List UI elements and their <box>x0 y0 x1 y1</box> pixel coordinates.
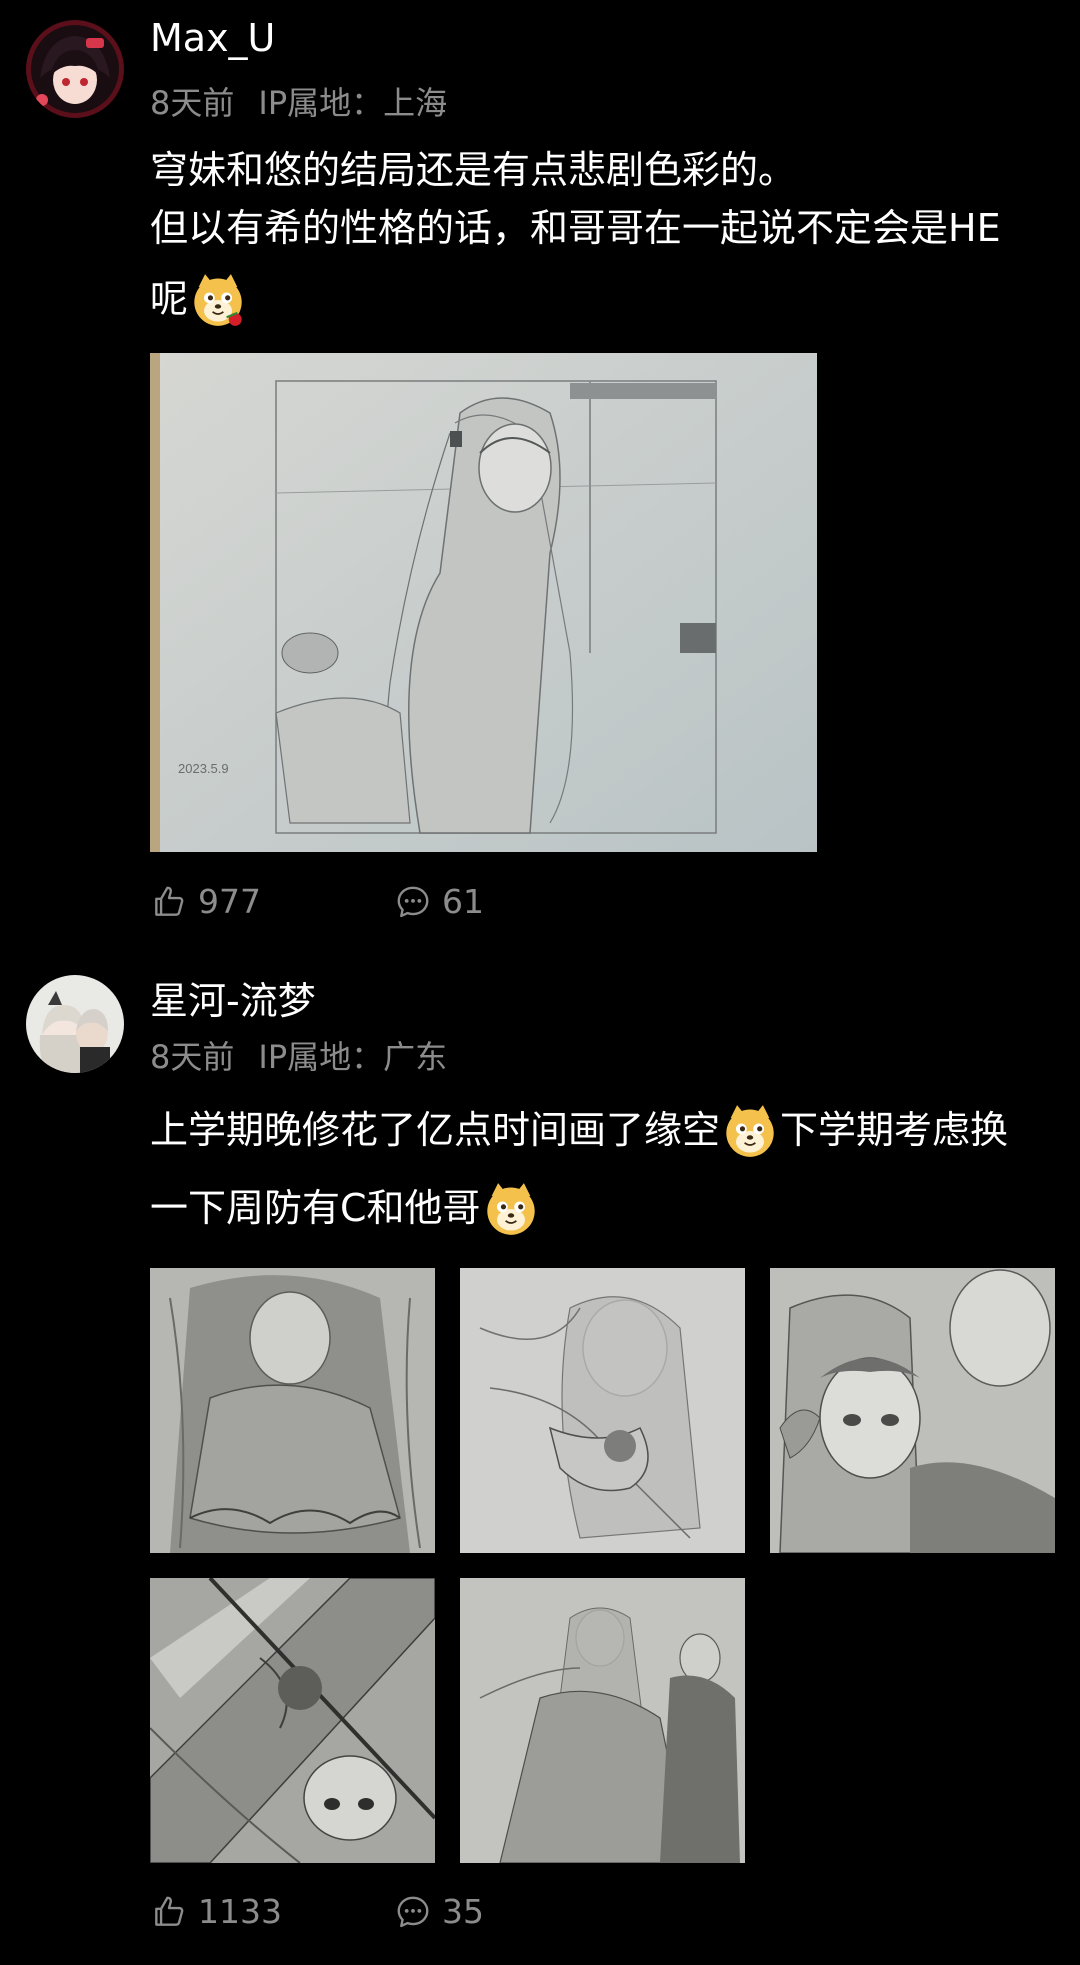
doge-emoji-icon <box>190 272 246 328</box>
comment-item: 星河-流梦 8天前 IP属地：广东 上学期晚修花了亿点时间画了缘空 下学期考虑换 一… <box>0 960 1080 1965</box>
comment-image[interactable] <box>460 1578 745 1863</box>
reply-count: 35 <box>442 1892 484 1931</box>
post-time: 8天前 <box>150 1038 235 1076</box>
text-fragment: 下学期考虑换 <box>780 1108 1009 1152</box>
comment-image[interactable]: 2023.5.9 <box>150 353 817 852</box>
text-line: 但以有希的性格的话，和哥哥在一起说不定会是HE <box>150 206 1001 250</box>
username[interactable]: 星河-流梦 <box>150 970 316 1025</box>
comment-meta: 8天前 IP属地：上海 <box>150 78 447 124</box>
comment-meta: 8天前 IP属地：广东 <box>150 1032 447 1078</box>
avatar[interactable] <box>26 20 124 118</box>
doge-emoji-icon <box>722 1103 778 1159</box>
comment-item: Max_U 8天前 IP属地：上海 穹妹和悠的结局还是有点悲剧色彩的。 但以有希的… <box>0 0 1080 960</box>
thumbs-up-icon <box>150 883 188 921</box>
text-line: 上学期晚修花了亿点时间画了缘空 下学期考虑换 <box>150 1090 1070 1170</box>
username[interactable]: Max_U <box>150 16 275 60</box>
text-fragment: 呢 <box>150 277 189 321</box>
text-line: 穹妹和悠的结局还是有点悲剧色彩的。 <box>150 148 797 192</box>
text-fragment: 上学期晚修花了亿点时间画了缘空 <box>150 1108 721 1152</box>
text-line: 呢 <box>150 259 1050 339</box>
thumbs-up-icon <box>150 1893 188 1931</box>
avatar[interactable] <box>26 975 124 1073</box>
ip-location: IP属地：上海 <box>258 84 448 122</box>
ip-location: IP属地：广东 <box>258 1038 448 1076</box>
comment-bubble-icon <box>394 1893 432 1931</box>
like-count: 1133 <box>198 1892 282 1931</box>
like-button[interactable]: 1133 <box>150 1892 282 1931</box>
comment-image[interactable] <box>150 1268 435 1553</box>
reply-button[interactable]: 35 <box>394 1892 484 1931</box>
comment-text: 穹妹和悠的结局还是有点悲剧色彩的。 但以有希的性格的话，和哥哥在一起说不定会是H… <box>150 141 1050 339</box>
like-count: 977 <box>198 882 261 921</box>
doge-emoji-icon <box>483 1181 539 1237</box>
comment-image[interactable] <box>770 1268 1055 1553</box>
post-time: 8天前 <box>150 84 235 122</box>
like-button[interactable]: 977 <box>150 882 261 921</box>
sketch-date: 2023.5.9 <box>178 761 229 776</box>
reply-button[interactable]: 61 <box>394 882 484 921</box>
comment-text: 上学期晚修花了亿点时间画了缘空 下学期考虑换 一下周防有C和他哥 <box>150 1090 1070 1248</box>
text-line: 一下周防有C和他哥 <box>150 1168 1070 1248</box>
comment-image[interactable] <box>150 1578 435 1863</box>
comment-image[interactable] <box>460 1268 745 1553</box>
text-fragment: 一下周防有C和他哥 <box>150 1186 481 1230</box>
comment-bubble-icon <box>394 883 432 921</box>
reply-count: 61 <box>442 882 484 921</box>
